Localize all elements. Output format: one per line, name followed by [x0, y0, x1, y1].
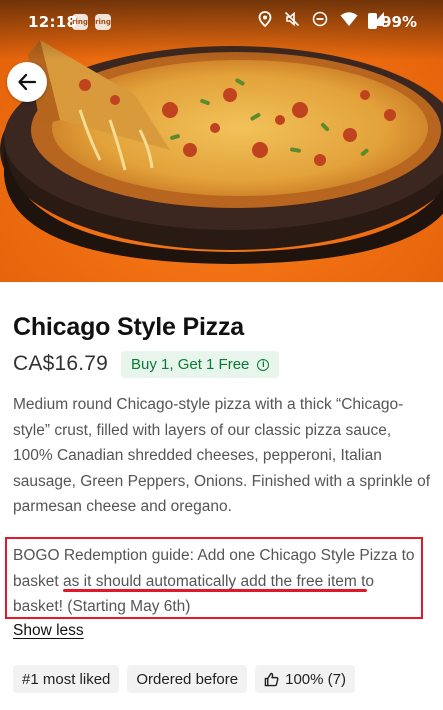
item-price: CA$16.79	[13, 352, 109, 375]
status-time: 12:18	[28, 13, 78, 31]
status-bar: 12:18 ring ring 99%	[0, 0, 443, 44]
mute-icon	[284, 11, 300, 27]
tag-most-liked: #1 most liked	[13, 665, 120, 693]
tag-label: Ordered before	[136, 670, 239, 688]
tag-label: #1 most liked	[22, 670, 111, 688]
dnd-icon	[312, 11, 328, 27]
tag-label: 100% (7)	[285, 670, 346, 688]
promo-label: Buy 1, Get 1 Free	[131, 356, 250, 373]
arrow-left-icon	[18, 73, 37, 91]
ring-notification-icon: ring	[95, 14, 111, 30]
promo-badge[interactable]: Buy 1, Get 1 Free i	[121, 351, 280, 378]
show-less-link[interactable]: Show less	[13, 622, 84, 640]
item-tags: #1 most liked Ordered before 100% (7)	[13, 665, 355, 693]
location-icon	[258, 11, 272, 27]
system-icons	[258, 11, 385, 27]
item-description: Medium round Chicago-style pizza with a …	[13, 396, 431, 515]
tag-ordered-before: Ordered before	[127, 665, 248, 693]
wifi-icon	[340, 12, 358, 26]
bogo-guide: BOGO Redemption guide: Add one Chicago S…	[13, 543, 423, 620]
info-icon: i	[257, 358, 270, 371]
bogo-text-highlight: as it should automatically add the free …	[62, 572, 357, 590]
item-title: Chicago Style Pizza	[13, 313, 244, 341]
ring-notification-icon: ring	[72, 14, 88, 30]
thumbs-up-icon	[264, 672, 279, 686]
battery-level: 99%	[381, 13, 417, 31]
back-button[interactable]	[7, 62, 47, 102]
tag-rating: 100% (7)	[255, 665, 355, 693]
annotation-underline	[63, 589, 367, 592]
battery-icon	[368, 13, 377, 29]
